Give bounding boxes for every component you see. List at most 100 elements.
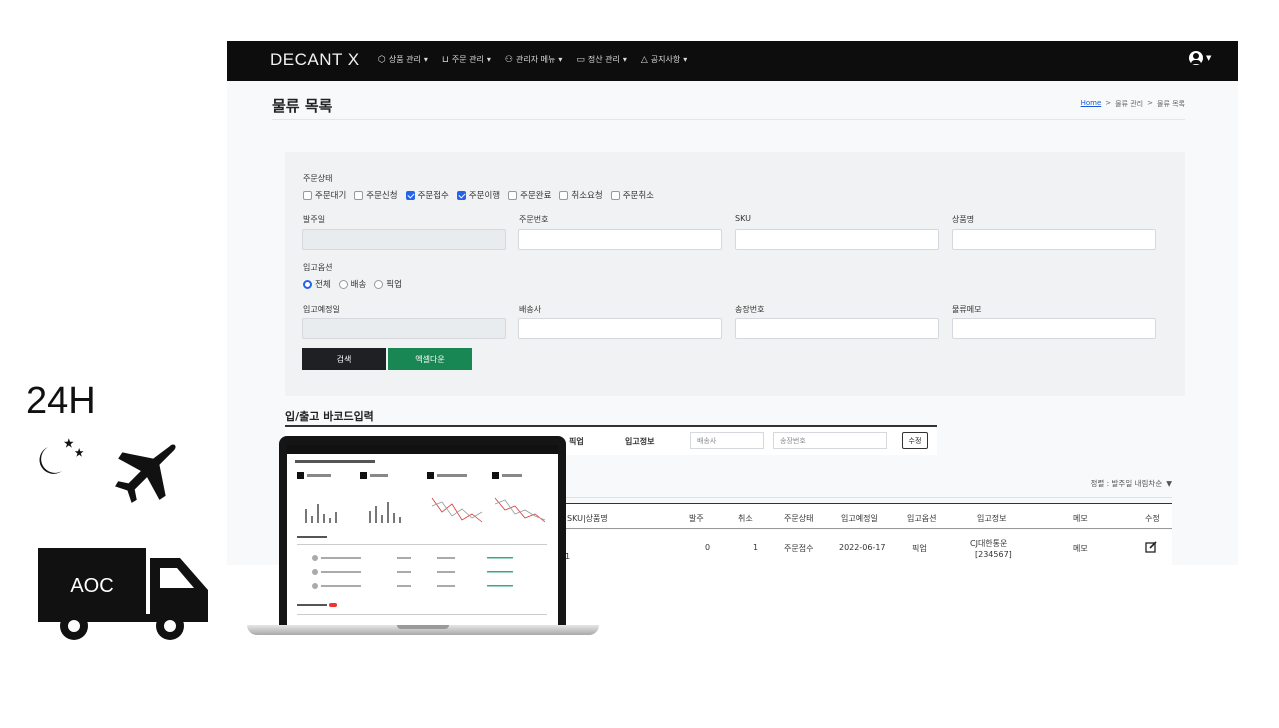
- column-header: 입고예정일: [841, 514, 878, 523]
- sku-input[interactable]: [735, 229, 939, 250]
- inbound-date-label: 입고예정일: [303, 305, 340, 314]
- menu-label: 정산 관리: [587, 55, 620, 64]
- radio-selected[interactable]: [303, 279, 312, 289]
- excel-download-button[interactable]: 엑셀다운: [388, 348, 472, 370]
- account-menu[interactable]: ▼: [1189, 51, 1211, 65]
- moon-stars-icon: [39, 438, 84, 474]
- tracking-input[interactable]: [735, 318, 939, 339]
- checkbox-label: 주문신청: [366, 191, 398, 201]
- edit-button[interactable]: 수정: [902, 432, 928, 449]
- memo-input[interactable]: [952, 318, 1156, 339]
- tracking-input[interactable]: 송장번호: [773, 432, 887, 449]
- filter-panel: 주문상태 주문대기 주문신청 주문접수 주문이행 주문완료 취소요청 주문취소 …: [285, 152, 1185, 396]
- sku-label: SKU: [735, 214, 751, 223]
- status-checkbox[interactable]: 주문이행: [456, 189, 501, 201]
- breadcrumb-item: 물류 목록: [1157, 100, 1185, 108]
- inbound-option-radios: 전체 배송 픽업: [303, 278, 402, 290]
- order-date-input[interactable]: [302, 229, 506, 250]
- caret-down-icon: ▼: [1206, 54, 1212, 62]
- cancel-qty-cell: 1: [753, 543, 759, 552]
- column-header: 취소: [738, 514, 753, 523]
- status-checkbox[interactable]: 취소요청: [559, 189, 603, 201]
- checkbox-box[interactable]: [354, 190, 364, 200]
- menu-item-order[interactable]: ⊔ 주문 관리 ▾: [442, 54, 491, 65]
- account-icon: [1189, 51, 1203, 65]
- checkbox-label: 주문완료: [520, 191, 552, 201]
- table-row[interactable]: 1 0 1 주문접수 2022-06-17 픽업 CJ대한통운 [234567]…: [557, 530, 1172, 565]
- inbound-info-tracking: [234567]: [975, 550, 1012, 559]
- inbound-info-label: 입고정보: [625, 437, 655, 446]
- checkbox-label: 주문대기: [315, 191, 347, 201]
- order-no-input[interactable]: [518, 229, 722, 250]
- truck-icon: AOC: [38, 548, 208, 640]
- menu-item-notice[interactable]: △ 공지사항 ▾: [641, 54, 687, 65]
- search-button[interactable]: 검색: [302, 348, 386, 370]
- checkbox-box-checked[interactable]: [456, 190, 466, 200]
- laptop-lid: [279, 436, 566, 628]
- menu-label: 상품 관리: [388, 55, 421, 64]
- menu-item-settlement[interactable]: ▭ 정산 관리 ▾: [576, 54, 627, 65]
- carrier-input[interactable]: 배송사: [690, 432, 764, 449]
- status-checkbox[interactable]: 주문대기: [303, 189, 346, 201]
- radio-label: 전체: [315, 280, 331, 290]
- main-menu: ⬡ 상품 관리 ▾ ⊔ 주문 관리 ▾ ⚇ 관리자 메뉴 ▾ ▭ 정산 관리 ▾ △ 공지사항 ▾: [378, 54, 687, 65]
- radio[interactable]: [338, 279, 348, 289]
- status-checkbox[interactable]: 주문취소: [610, 189, 654, 201]
- inbound-date-cell: 2022-06-17: [839, 543, 886, 552]
- laptop-mockup: [247, 436, 599, 643]
- order-status-label: 주문상태: [303, 174, 333, 183]
- checkbox-box-checked[interactable]: [405, 190, 415, 200]
- mini-dashboard-preview: [295, 460, 547, 615]
- menu-item-admin[interactable]: ⚇ 관리자 메뉴 ▾: [505, 54, 562, 65]
- status-checkbox[interactable]: 주문접수: [405, 189, 449, 201]
- status-checkbox[interactable]: 주문신청: [354, 189, 398, 201]
- carrier-input[interactable]: [518, 318, 722, 339]
- caret-down-icon: ▾: [486, 55, 491, 64]
- order-qty-cell: 0: [705, 543, 711, 552]
- product-name-input[interactable]: [952, 229, 1156, 250]
- caret-down-icon: ▾: [683, 55, 688, 64]
- 24h-label: 24H: [26, 380, 96, 422]
- column-header: 주문상태: [784, 514, 814, 523]
- breadcrumb: Home > 물류 관리 > 물류 목록: [1081, 99, 1185, 109]
- checkbox-label: 주문접수: [417, 191, 449, 201]
- table-top-divider: [557, 497, 1172, 498]
- page-title: 물류 목록: [272, 97, 333, 115]
- breadcrumb-separator: >: [1105, 99, 1112, 107]
- sort-dropdown[interactable]: 정렬 : 발주일 내림차순 ▼: [1090, 478, 1172, 489]
- menu-label: 관리자 메뉴: [515, 55, 556, 64]
- inbound-radio[interactable]: 픽업: [374, 278, 402, 290]
- menu-item-product[interactable]: ⬡ 상품 관리 ▾: [378, 54, 428, 65]
- bell-icon: △: [640, 54, 648, 65]
- title-divider: [272, 119, 1185, 120]
- breadcrumb-separator: >: [1147, 99, 1153, 107]
- tracking-label: 송장번호: [735, 305, 765, 314]
- breadcrumb-item[interactable]: 물류 관리: [1115, 99, 1143, 109]
- radio[interactable]: [374, 279, 384, 289]
- checkbox-box[interactable]: [559, 190, 569, 200]
- card-icon: ▭: [576, 54, 585, 65]
- brand-logo[interactable]: DECANT X: [270, 50, 360, 70]
- checkbox-box[interactable]: [303, 190, 312, 200]
- cart-icon: ⊔: [441, 54, 449, 65]
- checkbox-box[interactable]: [508, 190, 518, 200]
- sort-label: 정렬 : 발주일 내림차순: [1090, 479, 1163, 488]
- radio-label: 배송: [350, 280, 367, 290]
- checkbox-label: 주문이행: [468, 191, 501, 201]
- edit-icon[interactable]: [1145, 541, 1157, 553]
- checkbox-label: 취소요청: [571, 191, 603, 201]
- inbound-option-label: 입고옵션: [303, 263, 333, 272]
- inbound-radio[interactable]: 배송: [338, 278, 367, 290]
- column-header: 입고옵션: [907, 514, 937, 523]
- status-checkbox[interactable]: 주문완료: [508, 189, 551, 201]
- inbound-date-input[interactable]: [302, 318, 506, 339]
- inbound-radio[interactable]: 전체: [303, 278, 331, 290]
- caret-down-icon: ▾: [622, 55, 627, 64]
- order-date-label: 발주일: [303, 215, 326, 224]
- caret-down-icon: ▼: [1166, 479, 1172, 488]
- radio-label: 픽업: [386, 280, 402, 290]
- inbound-option-cell: 픽업: [912, 544, 927, 553]
- checkbox-box[interactable]: [610, 190, 620, 200]
- laptop-notch: [397, 625, 449, 629]
- breadcrumb-home[interactable]: Home: [1081, 99, 1102, 109]
